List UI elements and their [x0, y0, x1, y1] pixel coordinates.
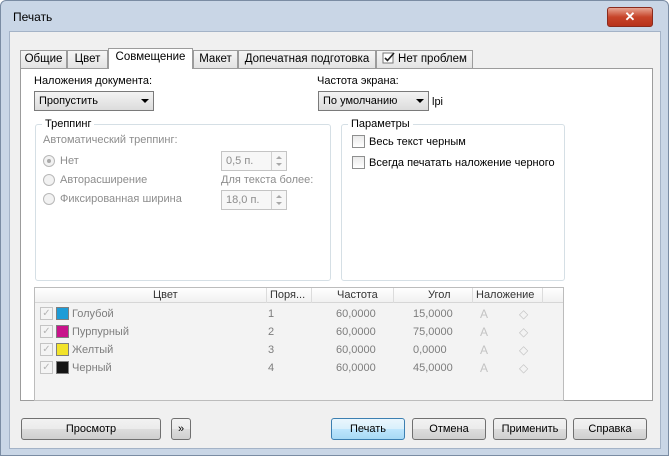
- tab-no-issues-label: Нет проблем: [398, 53, 467, 65]
- trapping-group: Треппинг Автоматический треппинг: Нет Ав…: [35, 118, 331, 281]
- color-swatch: [56, 307, 69, 320]
- order-value: 4: [268, 362, 275, 374]
- spinner-arrows-icon[interactable]: [271, 152, 286, 170]
- spinner-arrows-icon[interactable]: [271, 191, 286, 209]
- auto-trapping-label: Автоматический треппинг:: [43, 134, 178, 146]
- col-header-overprint[interactable]: Наложение: [476, 289, 534, 301]
- color-name: Пурпурный: [72, 326, 129, 338]
- order-value: 1: [268, 308, 275, 320]
- overprint-text-icon[interactable]: A: [480, 307, 488, 321]
- radio-trapping-autospread-label: Авторасширение: [60, 174, 148, 186]
- row-checkbox[interactable]: ✓: [40, 307, 53, 320]
- color-swatch: [56, 361, 69, 374]
- chevron-down-icon: [141, 99, 149, 103]
- print-dialog: Печать ✕ Общие Цвет Совмещение Макет Доп…: [0, 0, 669, 456]
- tab-color[interactable]: Цвет: [67, 50, 108, 68]
- chevron-down-icon: [416, 99, 424, 103]
- screen-frequency-select[interactable]: По умолчанию: [318, 91, 429, 111]
- close-button[interactable]: ✕: [607, 7, 653, 27]
- frequency-value: 60,0000: [336, 326, 376, 338]
- overprint-fill-icon[interactable]: ◇: [519, 307, 528, 321]
- lpi-unit-label: lpi: [432, 96, 444, 108]
- parameters-group-title: Параметры: [348, 118, 413, 130]
- overprint-text-icon[interactable]: A: [480, 343, 488, 357]
- radio-trapping-fixed-width-label: Фиксированная ширина: [60, 193, 182, 205]
- row-checkbox[interactable]: ✓: [40, 361, 53, 374]
- doc-overprints-select[interactable]: Пропустить: [34, 91, 154, 111]
- overprint-text-icon[interactable]: A: [480, 325, 488, 339]
- screen-frequency-label: Частота экрана:: [317, 75, 399, 87]
- color-name: Голубой: [72, 308, 114, 320]
- radio-trapping-none-label: Нет: [60, 155, 79, 167]
- double-chevron-right-icon: »: [177, 423, 185, 435]
- doc-overprints-value: Пропустить: [39, 95, 98, 107]
- overprint-fill-icon[interactable]: ◇: [519, 361, 528, 375]
- angle-value: 0,0000: [413, 344, 447, 356]
- separations-table: Цвет Поря... Частота Угол Наложение ✓ Го…: [34, 287, 564, 401]
- expand-preview-button[interactable]: »: [171, 418, 191, 440]
- checkbox-always-overprint-black[interactable]: [352, 156, 365, 169]
- table-row[interactable]: ✓ Желтый 3 60,0000 0,0000 A ◇: [35, 341, 563, 359]
- angle-value: 15,0000: [413, 308, 453, 320]
- apply-button[interactable]: Применить: [493, 418, 567, 440]
- col-header-color[interactable]: Цвет: [153, 289, 178, 301]
- table-row[interactable]: ✓ Голубой 1 60,0000 15,0000 A ◇: [35, 305, 563, 323]
- trap-width-spinner[interactable]: 0,5 п.: [221, 151, 287, 171]
- color-swatch: [56, 343, 69, 356]
- always-overprint-black-label: Всегда печатать наложение черного: [369, 157, 555, 169]
- col-header-frequency[interactable]: Частота: [337, 289, 378, 301]
- row-checkbox[interactable]: ✓: [40, 325, 53, 338]
- angle-value: 75,0000: [413, 326, 453, 338]
- color-name: Желтый: [72, 344, 114, 356]
- color-swatch: [56, 325, 69, 338]
- help-button[interactable]: Справка: [573, 418, 647, 440]
- table-row[interactable]: ✓ Черный 4 60,0000 45,0000 A ◇: [35, 359, 563, 377]
- text-above-spinner[interactable]: 18,0 п.: [221, 190, 287, 210]
- dialog-client-area: Общие Цвет Совмещение Макет Допечатная п…: [9, 31, 661, 449]
- cancel-button[interactable]: Отмена: [412, 418, 486, 440]
- overprint-fill-icon[interactable]: ◇: [519, 343, 528, 357]
- radio-trapping-none[interactable]: [43, 155, 55, 167]
- order-value: 3: [268, 344, 275, 356]
- checkbox-all-text-black[interactable]: [352, 135, 365, 148]
- table-header: Цвет Поря... Частота Угол Наложение: [35, 288, 563, 303]
- text-above-value: 18,0 п.: [226, 194, 260, 206]
- tab-separations[interactable]: Совмещение: [108, 48, 193, 69]
- frequency-value: 60,0000: [336, 362, 376, 374]
- parameters-group: Параметры Весь текст черным Всегда печат…: [341, 118, 565, 281]
- color-name: Черный: [72, 362, 112, 374]
- doc-overprints-label: Наложения документа:: [34, 75, 152, 87]
- preview-button[interactable]: Просмотр: [21, 418, 161, 440]
- checklist-icon: [382, 52, 395, 69]
- tab-general[interactable]: Общие: [20, 50, 67, 68]
- overprint-text-icon[interactable]: A: [480, 361, 488, 375]
- trapping-group-title: Треппинг: [42, 118, 95, 130]
- radio-trapping-autospread[interactable]: [43, 174, 55, 186]
- col-header-angle[interactable]: Угол: [428, 289, 451, 301]
- frequency-value: 60,0000: [336, 308, 376, 320]
- col-header-order[interactable]: Поря...: [270, 289, 305, 301]
- tab-prepress[interactable]: Допечатная подготовка: [238, 50, 376, 68]
- angle-value: 45,0000: [413, 362, 453, 374]
- radio-trapping-fixed-width[interactable]: [43, 193, 55, 205]
- trap-width-value: 0,5 п.: [226, 155, 254, 167]
- print-button[interactable]: Печать: [331, 418, 405, 440]
- screen-frequency-value: По умолчанию: [323, 95, 398, 107]
- text-above-label: Для текста более:: [221, 174, 314, 186]
- order-value: 2: [268, 326, 275, 338]
- tab-layout[interactable]: Макет: [193, 50, 238, 68]
- title-bar: Печать ✕: [1, 1, 668, 31]
- row-checkbox[interactable]: ✓: [40, 343, 53, 356]
- frequency-value: 60,0000: [336, 344, 376, 356]
- all-text-black-label: Весь текст черным: [369, 136, 466, 148]
- tab-no-issues[interactable]: Нет проблем: [376, 50, 473, 68]
- table-row[interactable]: ✓ Пурпурный 2 60,0000 75,0000 A ◇: [35, 323, 563, 341]
- overprint-fill-icon[interactable]: ◇: [519, 325, 528, 339]
- window-title: Печать: [13, 10, 53, 24]
